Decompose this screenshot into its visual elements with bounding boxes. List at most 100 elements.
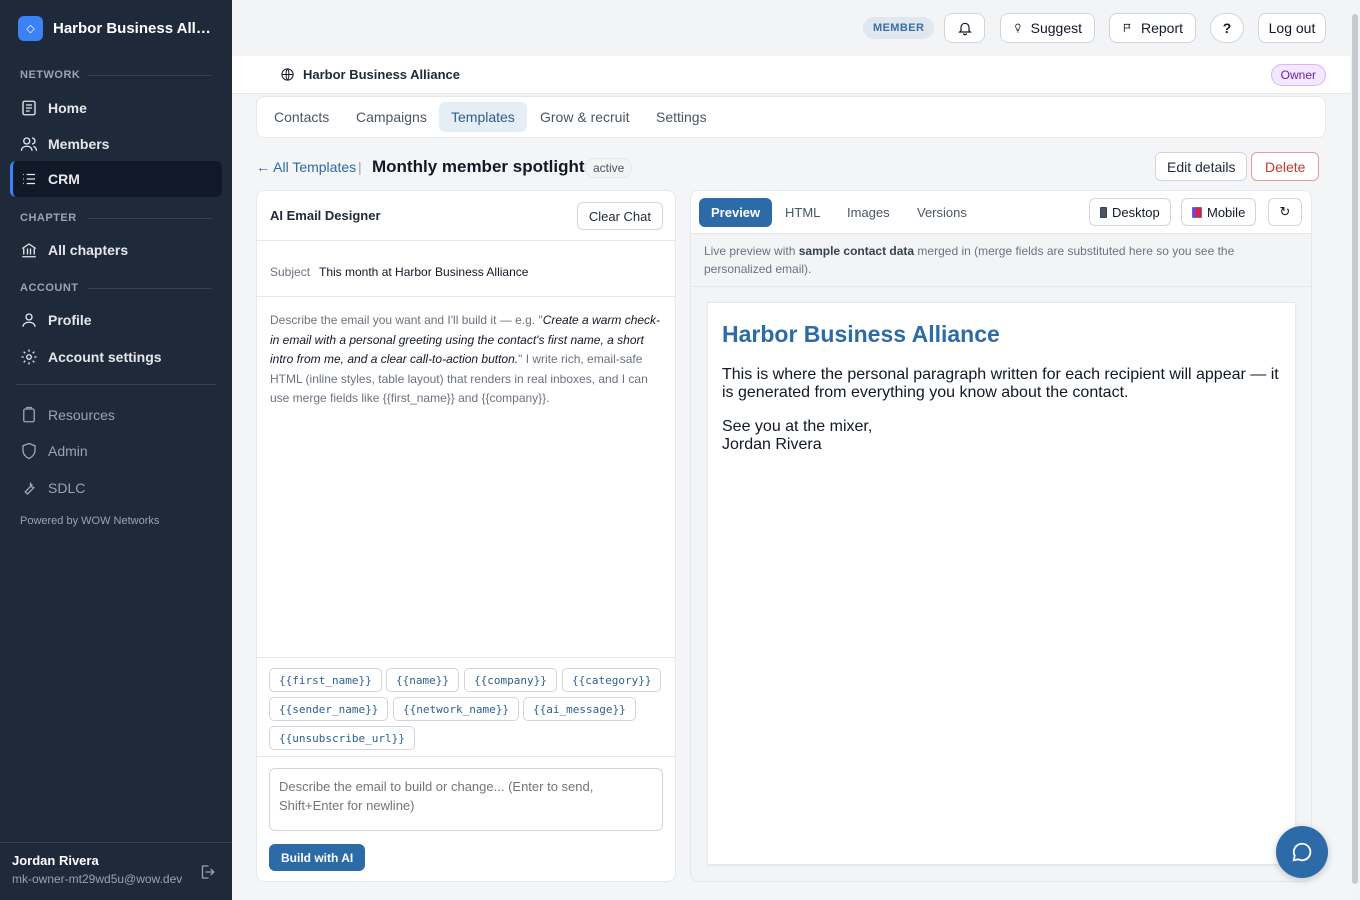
ai-email-designer: AI Email Designer Clear Chat Subject Thi…	[256, 190, 676, 882]
designer-hint: Describe the email you want and I'll bui…	[270, 311, 662, 409]
merge-field-chip[interactable]: {{category}}	[562, 668, 662, 692]
merge-field-chip[interactable]: {{unsubscribe_url}}	[269, 726, 415, 750]
preview-note: Live preview with sample contact data me…	[704, 242, 1304, 278]
sidebar-item-resources[interactable]: Resources	[10, 397, 222, 433]
desktop-label: Desktop	[1112, 204, 1160, 220]
hint-intro: Describe the email you want and I'll bui…	[270, 313, 543, 327]
sidebar-item-label: Home	[48, 100, 87, 116]
network-title: Harbor Business Alliance	[280, 67, 460, 82]
brand-name: Harbor Business Allia...	[53, 20, 213, 37]
tab-contacts[interactable]: Contacts	[262, 102, 341, 132]
sidebar-item-account-settings[interactable]: Account settings	[10, 339, 222, 375]
merge-field-chip[interactable]: {{first_name}}	[269, 668, 382, 692]
mobile-view-button[interactable]: Mobile	[1181, 198, 1257, 226]
bank-icon	[21, 243, 37, 258]
brand[interactable]: ◇ Harbor Business Allia...	[18, 16, 218, 41]
users-icon	[20, 137, 38, 151]
sidebar-item-members[interactable]: Members	[10, 126, 222, 162]
mobile-icon	[1192, 206, 1202, 218]
sidebar-item-all-chapters[interactable]: All chapters	[10, 232, 222, 268]
prompt-input[interactable]	[269, 768, 663, 831]
tab-settings[interactable]: Settings	[644, 102, 719, 132]
suggest-label: Suggest	[1030, 20, 1082, 36]
email-signoff: See you at the mixer, Jordan Rivera	[722, 418, 1281, 454]
email-sign-name: Jordan Rivera	[722, 436, 822, 453]
email-sign-line: See you at the mixer,	[722, 418, 873, 435]
tab-grow-recruit[interactable]: Grow & recruit	[528, 102, 641, 132]
merge-field-chip[interactable]: {{name}}	[386, 668, 459, 692]
mobile-label: Mobile	[1207, 204, 1246, 220]
section-label-account: ACCOUNT	[20, 282, 79, 294]
subject-value: This month at Harbor Business Alliance	[319, 265, 529, 279]
user-box: Jordan Rivera mk-owner-mt29wd5u@wow.dev	[0, 842, 232, 900]
sign-out-icon[interactable]	[198, 863, 216, 881]
sidebar-item-label: Account settings	[48, 349, 162, 365]
user-email: mk-owner-mt29wd5u@wow.dev	[12, 872, 183, 886]
sidebar-item-label: Admin	[48, 443, 88, 459]
gear-icon	[21, 349, 37, 365]
scrollbar-thumb[interactable]	[1352, 14, 1358, 884]
back-to-templates-link[interactable]: ← All Templates	[256, 159, 356, 175]
lightbulb-icon	[1015, 23, 1021, 33]
help-button[interactable]: ?	[1210, 13, 1244, 43]
breadcrumb-separator: |	[358, 159, 362, 175]
tab-preview[interactable]: Preview	[699, 198, 773, 227]
logout-button[interactable]: Log out	[1258, 13, 1326, 43]
member-badge: MEMBER	[863, 17, 935, 39]
tab-html[interactable]: HTML	[773, 198, 832, 227]
sidebar-item-crm[interactable]: CRM	[10, 161, 222, 197]
edit-details-button[interactable]: Edit details	[1155, 152, 1248, 181]
tab-versions[interactable]: Versions	[905, 198, 979, 227]
notifications-button[interactable]	[944, 13, 985, 43]
preview-header: Preview HTML Images Versions Desktop Mob…	[691, 191, 1311, 234]
sidebar-item-label: Profile	[48, 312, 92, 328]
status-badge: active	[585, 158, 633, 178]
merge-field-chips: {{first_name}} {{name}} {{company}} {{ca…	[257, 657, 675, 757]
sidebar-item-label: Resources	[48, 407, 115, 423]
merge-field-chip[interactable]: {{sender_name}}	[269, 697, 389, 721]
tab-templates[interactable]: Templates	[439, 102, 527, 132]
suggest-button[interactable]: Suggest	[1000, 13, 1095, 43]
desktop-view-button[interactable]: Desktop	[1089, 198, 1171, 226]
sidebar-item-label: Members	[48, 136, 110, 152]
merge-field-chip[interactable]: {{network_name}}	[393, 697, 519, 721]
crm-tabs: Contacts Campaigns Templates Grow & recr…	[256, 96, 1326, 138]
section-divider	[88, 288, 212, 289]
build-with-ai-button[interactable]: Build with AI	[269, 844, 366, 871]
user-name: Jordan Rivera	[12, 853, 99, 868]
delete-button[interactable]: Delete	[1251, 152, 1320, 181]
role-badge: Owner	[1270, 64, 1326, 86]
bell-icon	[957, 22, 972, 36]
report-button[interactable]: Report	[1109, 13, 1196, 43]
phone-icon	[1100, 206, 1107, 218]
note-intro: Live preview with	[704, 244, 799, 258]
sidebar-item-label: SDLC	[48, 480, 86, 496]
topbar: MEMBER Suggest Report ? Log out	[232, 0, 1350, 56]
tab-campaigns[interactable]: Campaigns	[344, 102, 439, 132]
merge-field-chip[interactable]: {{ai_message}}	[523, 697, 636, 721]
template-header: ← All Templates | Monthly member spotlig…	[256, 152, 1320, 182]
clear-chat-button[interactable]: Clear Chat	[576, 202, 663, 230]
clipboard-icon	[23, 406, 35, 423]
page-scrollbar[interactable]	[1350, 0, 1360, 900]
user-icon	[22, 313, 36, 327]
sidebar-item-label: CRM	[48, 171, 80, 187]
globe-icon	[281, 68, 294, 81]
subject-label: Subject	[270, 265, 311, 279]
refresh-button[interactable]: ↻	[1268, 198, 1302, 226]
email-body: This is where the personal paragraph wri…	[722, 366, 1279, 401]
sidebar-item-admin[interactable]: Admin	[10, 433, 222, 469]
merge-field-chip[interactable]: {{company}}	[464, 668, 557, 692]
sidebar-divider	[16, 384, 216, 385]
chat-bubble-icon	[1292, 842, 1312, 862]
sidebar-item-profile[interactable]: Profile	[10, 302, 222, 338]
sidebar-item-home[interactable]: Home	[10, 90, 222, 126]
note-bold: sample contact data	[798, 244, 915, 258]
list-icon	[23, 173, 35, 185]
chat-fab-button[interactable]	[1276, 826, 1328, 878]
flag-icon	[1123, 23, 1131, 33]
section-divider	[88, 218, 212, 219]
sidebar-item-sdlc[interactable]: SDLC	[10, 470, 222, 506]
network-header: Harbor Business Alliance Owner	[232, 56, 1350, 94]
tab-images[interactable]: Images	[835, 198, 902, 227]
